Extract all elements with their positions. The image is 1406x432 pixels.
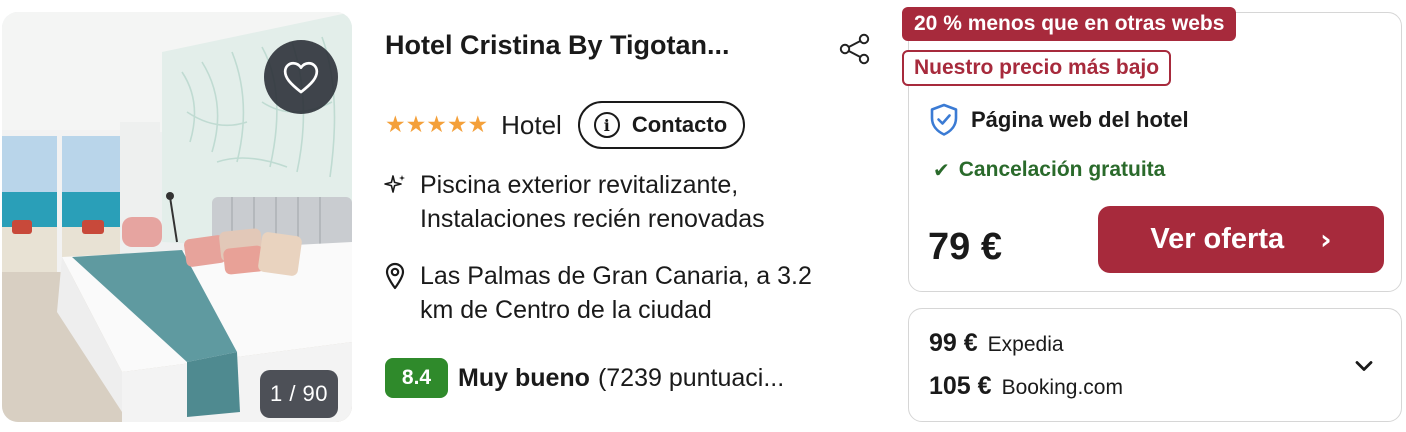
alt-price: 99 € <box>929 329 978 357</box>
map-pin-icon <box>382 259 408 293</box>
rating-count: (7239 puntuaci... <box>597 363 785 392</box>
guest-rating[interactable]: 8.4 Muy bueno (7239 puntuaci... <box>385 357 784 399</box>
hotel-class-row: ★★★★★ Hotel i Contacto <box>385 100 746 150</box>
deal-price: 79 € <box>928 226 1002 268</box>
other-prices-card[interactable]: 99 € Expedia 105 € Booking.com <box>908 308 1402 422</box>
star-rating: ★★★★★ <box>385 112 489 138</box>
hotel-name[interactable]: Hotel Cristina By Tigotan... <box>385 30 815 61</box>
price-row-booking: 105 € Booking.com <box>929 372 1123 401</box>
price-row-expedia: 99 € Expedia <box>929 329 1064 358</box>
sparkle-icon <box>382 168 408 202</box>
chevron-down-icon[interactable] <box>1351 353 1377 379</box>
view-deal-label: Ver oferta <box>1150 223 1285 255</box>
rating-score-badge: 8.4 <box>385 358 448 398</box>
hotel-photo[interactable]: 1 / 90 <box>2 12 352 422</box>
contact-label: Contacto <box>631 112 728 137</box>
cancellation-label: Cancelación gratuita <box>958 158 1166 181</box>
accommodation-type: Hotel <box>501 109 562 140</box>
alt-site: Expedia <box>987 333 1064 356</box>
alt-site: Booking.com <box>1001 376 1123 399</box>
amenities-line-1: Piscina exterior revitalizante, <box>420 171 739 199</box>
chevron-right-icon: › <box>1320 223 1332 256</box>
location-info: Las Palmas de Gran Canaria, a 3.2 km de … <box>382 259 812 327</box>
favorite-button[interactable] <box>264 40 338 114</box>
discount-badge: 20 % menos que en otras webs <box>902 7 1237 41</box>
shield-check-icon <box>930 103 958 136</box>
provider-name: Página web del hotel <box>971 107 1189 132</box>
photo-counter: 1 / 90 <box>260 370 338 418</box>
view-deal-button[interactable]: Ver oferta › <box>1098 206 1384 273</box>
info-icon: i <box>593 112 620 138</box>
lowest-price-badge: Nuestro precio más bajo <box>902 50 1172 86</box>
share-button[interactable] <box>836 30 874 68</box>
checkmark-icon: ✔ <box>933 158 950 182</box>
deal-provider: Página web del hotel <box>928 103 1189 137</box>
free-cancellation: ✔ Cancelación gratuita <box>933 158 1165 182</box>
alt-price: 105 € <box>929 372 992 400</box>
heart-outline-icon <box>283 61 319 94</box>
location-line-1: Las Palmas de Gran Canaria, a 3.2 <box>420 262 812 290</box>
share-icon <box>839 33 870 65</box>
amenities-line-2: Instalaciones recién renovadas <box>420 205 765 233</box>
location-line-2: km de Centro de la ciudad <box>420 296 712 324</box>
rating-label: Muy bueno <box>458 363 590 392</box>
contact-button[interactable]: i Contacto <box>577 101 746 149</box>
amenities-highlight: Piscina exterior revitalizante, Instalac… <box>382 168 765 236</box>
